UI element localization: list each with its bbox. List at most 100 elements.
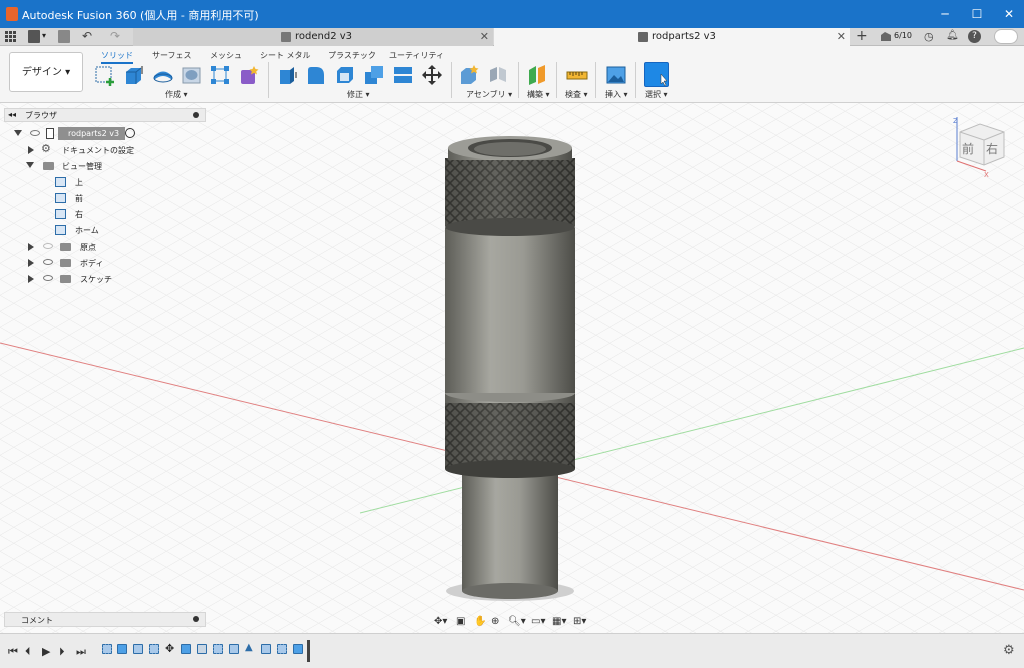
move-feature-icon[interactable]: ✥ xyxy=(165,642,174,655)
move-icon[interactable] xyxy=(421,64,443,86)
close-icon[interactable]: ✕ xyxy=(837,28,846,46)
pan-icon[interactable]: ✋ xyxy=(474,616,486,627)
tab-rodparts2[interactable]: rodparts2 v3 ✕ xyxy=(494,28,850,46)
tab-sheet-metal[interactable]: シート メタル xyxy=(260,50,311,61)
thread-feature-icon[interactable]: ▲ xyxy=(245,642,253,653)
viewports-icon[interactable]: ⊞▾ xyxy=(573,616,586,627)
tree-item-view-home[interactable]: ホーム xyxy=(10,222,206,238)
new-component-icon[interactable] xyxy=(458,64,480,86)
close-icon[interactable]: ✕ xyxy=(994,4,1024,24)
sketch-feature-icon[interactable] xyxy=(213,644,223,654)
measure-icon[interactable] xyxy=(566,64,588,86)
timeline-features[interactable]: ✥ ▲ xyxy=(100,642,308,660)
go-to-start-icon[interactable]: ⏮ xyxy=(8,645,18,659)
chevron-down-icon[interactable]: ▾ xyxy=(42,31,46,40)
bell-icon[interactable]: 🔔︎ xyxy=(946,30,959,41)
offset-plane-icon[interactable] xyxy=(526,64,548,86)
save-icon[interactable] xyxy=(58,30,70,43)
feature-icon[interactable] xyxy=(229,644,239,654)
undo-icon[interactable]: ↶ xyxy=(82,29,92,43)
sketch-feature-icon[interactable] xyxy=(102,644,112,654)
zoom-window-icon[interactable]: ⊕ xyxy=(491,616,499,627)
collapse-icon[interactable]: ◂◂ xyxy=(8,110,16,119)
redo-icon[interactable]: ↷ xyxy=(110,29,120,43)
workspace-selector[interactable]: デザイン ▾ xyxy=(9,52,83,92)
display-settings-icon[interactable]: ▭▾ xyxy=(531,616,545,627)
go-to-end-icon[interactable]: ⏭ xyxy=(76,645,86,659)
tree-root[interactable]: rodparts2 v3 xyxy=(10,126,206,142)
pin-icon[interactable] xyxy=(193,112,199,118)
help-icon[interactable]: ? xyxy=(968,30,981,43)
tab-plastic[interactable]: プラスチック xyxy=(328,50,376,61)
new-tab-icon[interactable]: + xyxy=(856,28,868,44)
viewcube-front-label[interactable]: 前 xyxy=(962,141,974,156)
grid-menu-icon[interactable] xyxy=(4,30,18,44)
tab-rodend2[interactable]: rodend2 v3 ✕ xyxy=(133,28,493,46)
feature-icon[interactable] xyxy=(133,644,143,654)
tree-item-bodies[interactable]: ボディ xyxy=(10,255,206,271)
tree-item-view-top[interactable]: 上 xyxy=(10,174,206,190)
maximize-icon[interactable]: ☐ xyxy=(962,4,992,24)
expand-icon[interactable] xyxy=(28,146,34,154)
rod-part-model[interactable] xyxy=(445,136,575,601)
group-modify-label[interactable]: 修正 ▾ xyxy=(347,89,370,100)
zoom-icon[interactable]: 🔍︎▾ xyxy=(508,616,526,627)
group-assemble-label[interactable]: アセンブリ ▾ xyxy=(466,89,512,100)
insert-image-icon[interactable] xyxy=(605,64,627,86)
hole-icon[interactable] xyxy=(181,64,203,86)
comments-panel[interactable]: コメント xyxy=(4,612,206,627)
clock-icon[interactable]: ◷ xyxy=(924,30,934,43)
group-select-label[interactable]: 選択 ▾ xyxy=(645,89,668,100)
job-count[interactable]: 6/10 xyxy=(894,31,912,40)
sketch-feature-icon[interactable] xyxy=(277,644,287,654)
tree-item-sketches[interactable]: スケッチ xyxy=(10,271,206,287)
close-icon[interactable]: ✕ xyxy=(480,28,489,46)
tree-item-origin[interactable]: 原点 xyxy=(10,239,206,255)
combine-icon[interactable] xyxy=(363,64,385,86)
play-icon[interactable]: ▶ xyxy=(42,645,50,658)
eye-hidden-icon[interactable] xyxy=(43,243,53,249)
create-form-icon[interactable] xyxy=(238,64,260,86)
extrude-icon[interactable] xyxy=(123,64,145,86)
activate-icon[interactable] xyxy=(125,128,135,138)
gear-icon[interactable]: ⚙ xyxy=(1003,643,1015,658)
orbit-icon[interactable]: ✥▾ xyxy=(434,616,447,627)
minimize-icon[interactable]: ─ xyxy=(930,4,960,24)
shell-icon[interactable] xyxy=(334,64,356,86)
eye-icon[interactable] xyxy=(30,130,40,136)
expand-icon[interactable] xyxy=(28,275,34,283)
group-create-label[interactable]: 作成 ▾ xyxy=(165,89,188,100)
tab-utility[interactable]: ユーティリティ xyxy=(389,50,444,61)
tree-item-view-front[interactable]: 前 xyxy=(10,190,206,206)
avatar[interactable] xyxy=(994,29,1018,44)
pattern-icon[interactable] xyxy=(209,64,231,86)
fillet-icon[interactable] xyxy=(305,64,327,86)
split-body-icon[interactable] xyxy=(392,64,414,86)
revolve-feature-icon[interactable] xyxy=(293,644,303,654)
step-forward-icon[interactable]: ⏵ xyxy=(59,645,65,659)
joint-icon[interactable] xyxy=(487,64,509,86)
step-back-icon[interactable]: ⏴ xyxy=(25,645,31,659)
eye-icon[interactable] xyxy=(43,275,53,281)
expand-icon[interactable] xyxy=(26,162,34,168)
grid-snap-icon[interactable]: ▦▾ xyxy=(552,616,566,627)
revolve-icon[interactable] xyxy=(152,64,174,86)
group-insert-label[interactable]: 挿入 ▾ xyxy=(605,89,628,100)
group-inspect-label[interactable]: 検査 ▾ xyxy=(565,89,588,100)
timeline-marker[interactable] xyxy=(307,640,310,662)
tab-mesh[interactable]: メッシュ xyxy=(210,50,242,61)
browser-panel[interactable]: ◂◂ ブラウザ xyxy=(4,108,206,122)
expand-icon[interactable] xyxy=(28,259,34,267)
expand-icon[interactable] xyxy=(14,130,22,136)
tab-surface[interactable]: サーフェス xyxy=(152,50,192,61)
viewcube-right-label[interactable]: 右 xyxy=(986,141,998,156)
look-at-icon[interactable]: ▣ xyxy=(456,616,465,627)
extrude-feature-icon[interactable] xyxy=(181,644,191,654)
pin-icon[interactable] xyxy=(193,616,199,622)
job-status-icon[interactable] xyxy=(880,31,892,42)
extrude-feature-icon[interactable] xyxy=(117,644,127,654)
tree-item-named-views[interactable]: ビュー管理 xyxy=(10,158,206,174)
expand-icon[interactable] xyxy=(28,243,34,251)
tab-solid[interactable]: ソリッド xyxy=(101,50,133,64)
tree-item-document-settings[interactable]: ⚙ ドキュメントの設定 xyxy=(10,142,206,158)
